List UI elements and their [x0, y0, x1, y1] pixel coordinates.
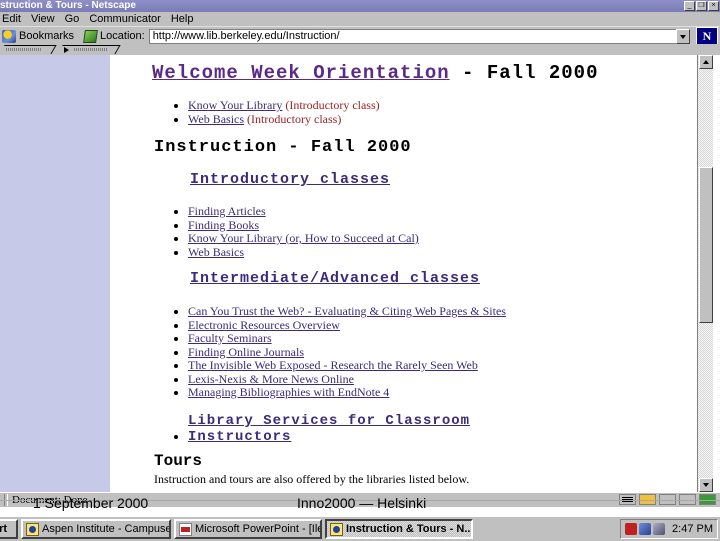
welcome-week-link[interactable]: Welcome Week Orientation: [152, 62, 450, 84]
menu-item-go[interactable]: Go: [65, 12, 87, 26]
link-invisible-web-exposed[interactable]: The Invisible Web Exposed - Research the…: [188, 358, 478, 372]
toolbar-expand-arrow-icon[interactable]: [64, 47, 69, 53]
introductory-classes-subheading[interactable]: Introductory classes: [190, 171, 390, 188]
list-item: Finding Online Journals: [188, 345, 506, 360]
minimize-button[interactable]: _: [684, 1, 695, 11]
menu-item-communicator[interactable]: Communicator: [89, 12, 168, 26]
window-title-bar[interactable]: struction & Tours - Netscape _ ❐ ×: [0, 0, 720, 12]
url-history-dropdown-icon[interactable]: [676, 28, 690, 44]
clock[interactable]: 2:47 PM: [672, 523, 713, 535]
menu-item-help[interactable]: Help: [171, 12, 201, 26]
location-toolbar: Bookmarks Location: http://www.lib.berke…: [0, 26, 720, 45]
window-title: struction & Tours - Netscape: [0, 0, 136, 11]
advanced-classes-subheading[interactable]: Intermediate/Advanced classes: [190, 270, 480, 287]
netscape-browser-window: struction & Tours - Netscape _ ❐ × Edit …: [0, 0, 720, 507]
link-finding-articles[interactable]: Finding Articles: [188, 204, 266, 218]
url-input[interactable]: http://www.lib.berkeley.edu/Instruction/: [148, 28, 676, 44]
windows-taskbar: art Aspen Institute - Campuse... Microso…: [0, 516, 720, 541]
list-item: Lexis-Nexis & More News Online: [188, 372, 506, 387]
link-finding-online-journals[interactable]: Finding Online Journals: [188, 345, 304, 359]
tours-heading: Tours: [154, 452, 203, 470]
list-item: Electronic Resources Overview: [188, 318, 506, 333]
link-electronic-resources-overview[interactable]: Electronic Resources Overview: [188, 318, 340, 332]
menu-item-view[interactable]: View: [31, 12, 62, 26]
taskbar-button-label: Aspen Institute - Campuse...: [42, 523, 171, 535]
list-item: Web Basics (Introductory class): [188, 111, 380, 127]
network-icon[interactable]: [639, 523, 652, 535]
scroll-up-arrow-icon[interactable]: [699, 55, 713, 69]
menu-item-edit[interactable]: Edit: [2, 12, 28, 26]
maximize-button[interactable]: ❐: [696, 1, 707, 11]
netscape-icon: [330, 522, 343, 536]
link-know-your-library[interactable]: Know Your Library (or, How to Succeed at…: [188, 231, 419, 245]
link-managing-bibliographies-endnote[interactable]: Managing Bibliographies with EndNote 4: [188, 385, 389, 399]
scroll-down-arrow-icon[interactable]: [699, 478, 713, 492]
browser-content-area: Welcome Week Orientation - Fall 2000 Kno…: [0, 55, 720, 492]
instruction-heading: Instruction - Fall 2000: [154, 138, 412, 157]
link-lexis-nexis-news-online[interactable]: Lexis-Nexis & More News Online: [188, 372, 354, 386]
slide-background-panel: [0, 55, 110, 492]
advanced-classes-list: Can You Trust the Web? - Evaluating & Ci…: [158, 304, 506, 400]
toolbar-grip-dots-1: [6, 48, 42, 51]
window-controls: _ ❐ ×: [684, 1, 719, 11]
list-item: The Invisible Web Exposed - Research the…: [188, 358, 506, 373]
link-web-basics[interactable]: Web Basics: [188, 245, 244, 259]
taskbar-button-label: Microsoft PowerPoint - [Ile...: [195, 523, 322, 535]
netscape-icon: [26, 522, 39, 536]
link-can-you-trust-the-web[interactable]: Can You Trust the Web? - Evaluating & Ci…: [188, 304, 506, 318]
tours-description: Instruction and tours are also offered b…: [154, 472, 470, 486]
list-item: Faculty Seminars: [188, 331, 506, 346]
vertical-scrollbar[interactable]: [697, 55, 713, 492]
welcome-week-heading: Welcome Week Orientation - Fall 2000: [152, 62, 598, 84]
bookmarks-label[interactable]: Bookmarks: [19, 27, 74, 45]
taskbar-button-powerpoint[interactable]: Microsoft PowerPoint - [Ile...: [174, 519, 322, 539]
start-button[interactable]: art: [0, 519, 18, 539]
taskbar-button-label: Instruction & Tours - N...: [346, 523, 473, 535]
list-item: Finding Articles: [188, 204, 419, 219]
link-faculty-seminars[interactable]: Faculty Seminars: [188, 331, 272, 345]
scrollbar-thumb[interactable]: [699, 167, 713, 323]
welcome-week-suffix: - Fall 2000: [449, 62, 599, 84]
slide-date: 1 September 2000: [33, 495, 149, 511]
bookmarks-icon[interactable]: [2, 29, 16, 43]
note-intro-class-1: (Introductory class): [282, 98, 380, 112]
toolbar-grip-dots-2: [74, 48, 108, 51]
slide-venue: Inno2000 — Helsinki: [297, 495, 427, 511]
note-intro-class-2: (Introductory class): [244, 111, 342, 126]
list-item: Can You Trust the Web? - Evaluating & Ci…: [188, 304, 506, 319]
list-item: Web Basics: [188, 245, 419, 260]
location-label: Location:: [100, 30, 145, 42]
introductory-classes-list: Finding Articles Finding Books Know Your…: [158, 204, 419, 260]
web-page-body: Welcome Week Orientation - Fall 2000 Kno…: [110, 55, 695, 492]
powerpoint-icon: [179, 522, 192, 536]
antivirus-icon[interactable]: [625, 523, 638, 535]
link-finding-books[interactable]: Finding Books: [188, 218, 259, 232]
taskbar-button-aspen-institute[interactable]: Aspen Institute - Campuse...: [21, 519, 171, 539]
link-library-services-classroom-instructors[interactable]: Library Services for Classroom Instructo…: [188, 413, 488, 445]
list-item: Library Services for Classroom Instructo…: [188, 413, 588, 445]
library-services-list: Library Services for Classroom Instructo…: [158, 413, 588, 445]
link-web-basics-orientation[interactable]: Web Basics: [188, 112, 244, 126]
list-item: Finding Books: [188, 218, 419, 233]
menu-bar: Edit View Go Communicator Help: [0, 12, 720, 26]
link-know-your-library-orientation[interactable]: Know Your Library: [188, 98, 282, 112]
taskbar-button-instruction-tours[interactable]: Instruction & Tours - N...: [325, 519, 473, 539]
list-item: Know Your Library (Introductory class): [188, 98, 380, 113]
system-tray: 2:47 PM: [620, 519, 718, 539]
close-button[interactable]: ×: [708, 1, 719, 11]
netscape-logo-icon[interactable]: N: [696, 27, 718, 45]
list-item: Managing Bibliographies with EndNote 4: [188, 385, 506, 400]
location-page-icon[interactable]: [83, 29, 98, 43]
welcome-week-list: Know Your Library (Introductory class) W…: [158, 98, 380, 127]
find-fast-icon[interactable]: [653, 523, 666, 535]
list-item: Know Your Library (or, How to Succeed at…: [188, 231, 419, 246]
